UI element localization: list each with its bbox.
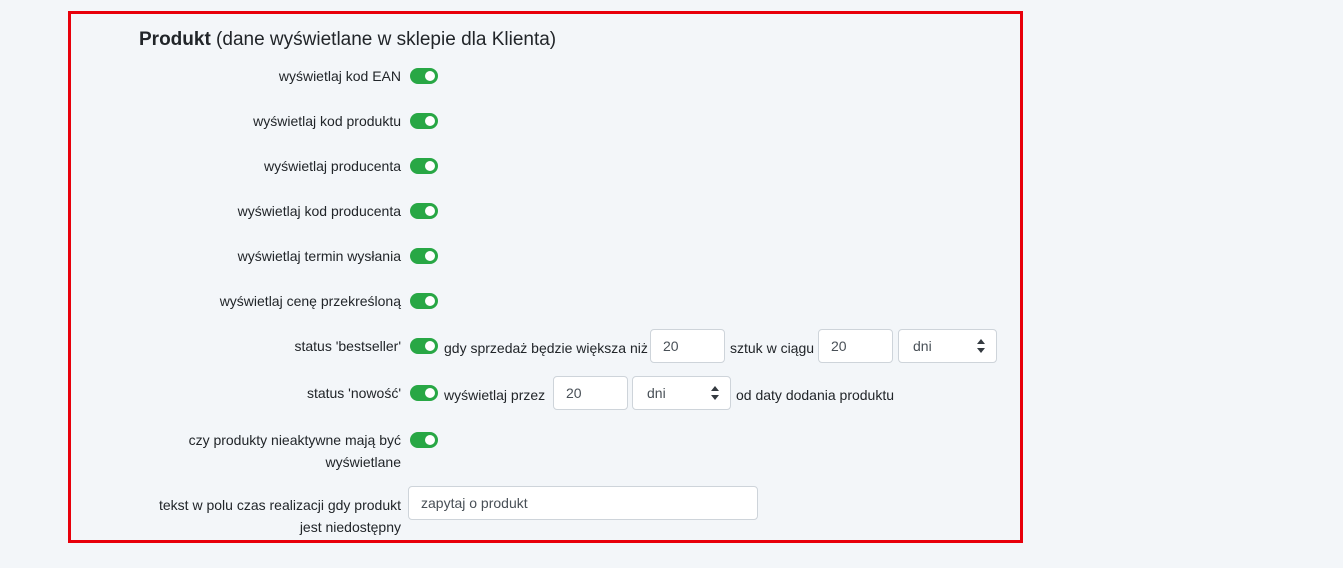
toggle-show-product-code[interactable] [410,113,438,129]
toggle-show-ean[interactable] [410,68,438,84]
section-title-bold: Produkt [139,29,211,50]
label-show-crossed-price: wyświetlaj cenę przekreśloną [219,293,401,309]
toggle-show-manufacturer-code[interactable] [410,203,438,219]
label-show-ean: wyświetlaj kod EAN [278,68,401,84]
label-show-manufacturer: wyświetlaj producenta [264,158,401,174]
new-text-after: od daty dodania produktu [736,387,895,403]
toggle-show-inactive[interactable] [410,432,438,448]
toggle-show-crossed-price[interactable] [410,293,438,309]
bestseller-quantity-input[interactable]: 20 [650,329,725,363]
label-unavailable-text: tekst w polu czas realizacji gdy produkt… [159,497,401,535]
new-unit-select[interactable]: dni [632,376,731,410]
select-arrows-icon [977,339,985,353]
unavailable-text-input[interactable]: zapytaj o produkt [408,486,758,520]
bestseller-unit-value: dni [913,338,932,354]
bestseller-text-before: gdy sprzedaż będzie większa niż [444,340,648,356]
label-status-new: status 'nowość' [306,385,401,401]
bestseller-text-middle: sztuk w ciągu [730,340,815,356]
bestseller-unit-select[interactable]: dni [898,329,997,363]
toggle-status-new[interactable] [410,385,438,401]
toggle-status-bestseller[interactable] [410,338,438,354]
toggle-show-manufacturer[interactable] [410,158,438,174]
label-show-manufacturer-code: wyświetlaj kod producenta [237,203,401,219]
section-title-rest: (dane wyświetlane w sklepie dla Klienta) [210,29,557,50]
toggle-show-shipping-time[interactable] [410,248,438,264]
select-arrows-icon [711,386,719,400]
label-show-product-code: wyświetlaj kod produktu [253,113,401,129]
new-period-input[interactable]: 20 [553,376,628,410]
label-status-bestseller: status 'bestseller' [294,338,401,354]
label-show-shipping-time: wyświetlaj termin wysłania [237,248,401,264]
section-title: Produkt (dane wyświetlane w sklepie dla … [139,29,556,51]
bestseller-period-input[interactable]: 20 [818,329,893,363]
new-unit-value: dni [647,385,666,401]
label-show-inactive: czy produkty nieaktywne mają być wyświet… [188,432,401,470]
new-text-before: wyświetlaj przez [444,387,546,403]
highlight-frame: Produkt (dane wyświetlane w sklepie dla … [68,11,1023,543]
